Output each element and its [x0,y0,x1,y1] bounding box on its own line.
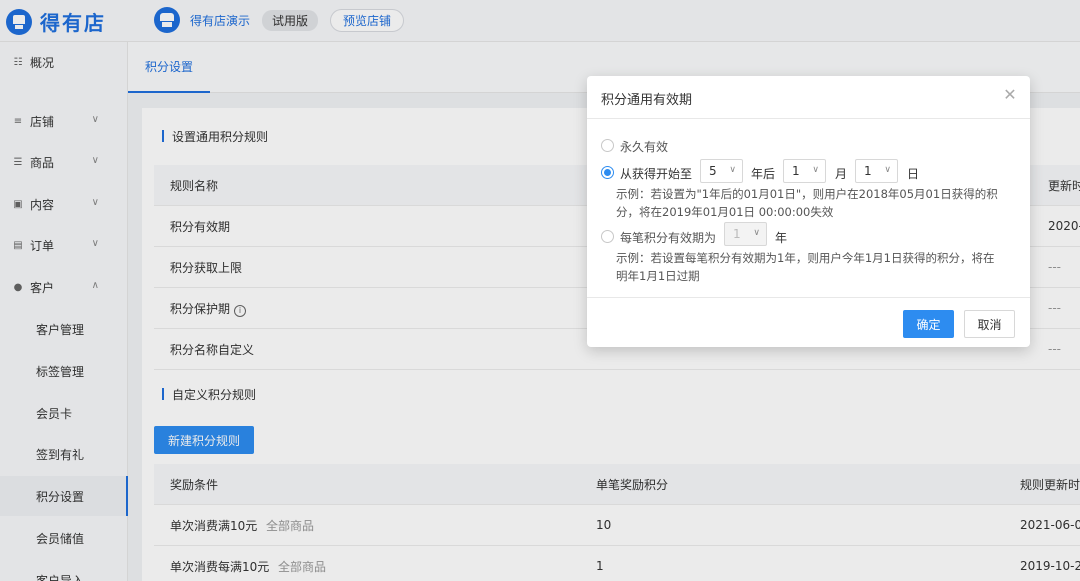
chevron-down-icon: ∨ [729,165,736,175]
example-from-line1: 示例：若设置为"1年后的01月01日"，则用户在2018年05月01日获得的积 [616,187,998,201]
radio-from-acquire[interactable] [601,166,614,179]
option-forever-label[interactable]: 永久有效 [620,138,668,155]
example-each-line1: 示例：若设置每笔积分有效期为1年，则用户今年1月1日获得的积分，将在 [616,251,995,265]
each-year-select: 1 ∨ [724,222,767,246]
year-select-value: 5 [709,164,717,178]
example-from-line2: 分，将在2019年01月01日 00:00:00失效 [616,205,834,219]
month-unit: 月 [835,167,848,181]
radio-each-points[interactable] [601,230,614,243]
month-select-value: 1 [792,164,800,178]
radio-forever[interactable] [601,139,614,152]
cancel-button[interactable]: 取消 [964,310,1015,338]
day-select-value: 1 [864,164,872,178]
example-each-line2: 明年1月1日过期 [616,269,700,283]
option-each-label[interactable]: 每笔积分有效期为 [620,229,716,246]
modal-title: 积分通用有效期 [601,93,693,108]
close-icon[interactable]: ✕ [1002,87,1018,103]
option-from-label[interactable]: 从获得开始至 [620,165,692,182]
chevron-down-icon: ∨ [884,165,891,175]
chevron-down-icon: ∨ [753,228,760,238]
confirm-button[interactable]: 确定 [903,310,954,338]
each-year-unit: 年 [775,231,788,245]
modal-footer: 确定 取消 [587,297,1030,347]
each-year-value: 1 [733,227,741,241]
modal-header: 积分通用有效期 ✕ [587,76,1030,119]
day-unit: 日 [907,167,920,181]
month-select[interactable]: 1 ∨ [783,159,826,183]
chevron-down-icon: ∨ [812,165,819,175]
year-unit: 年后 [751,167,776,181]
points-validity-modal: 积分通用有效期 ✕ 永久有效 从获得开始至 5 ∨ 年后 1 ∨ 月 1 ∨ 日… [587,76,1030,347]
day-select[interactable]: 1 ∨ [855,159,898,183]
year-select[interactable]: 5 ∨ [700,159,743,183]
